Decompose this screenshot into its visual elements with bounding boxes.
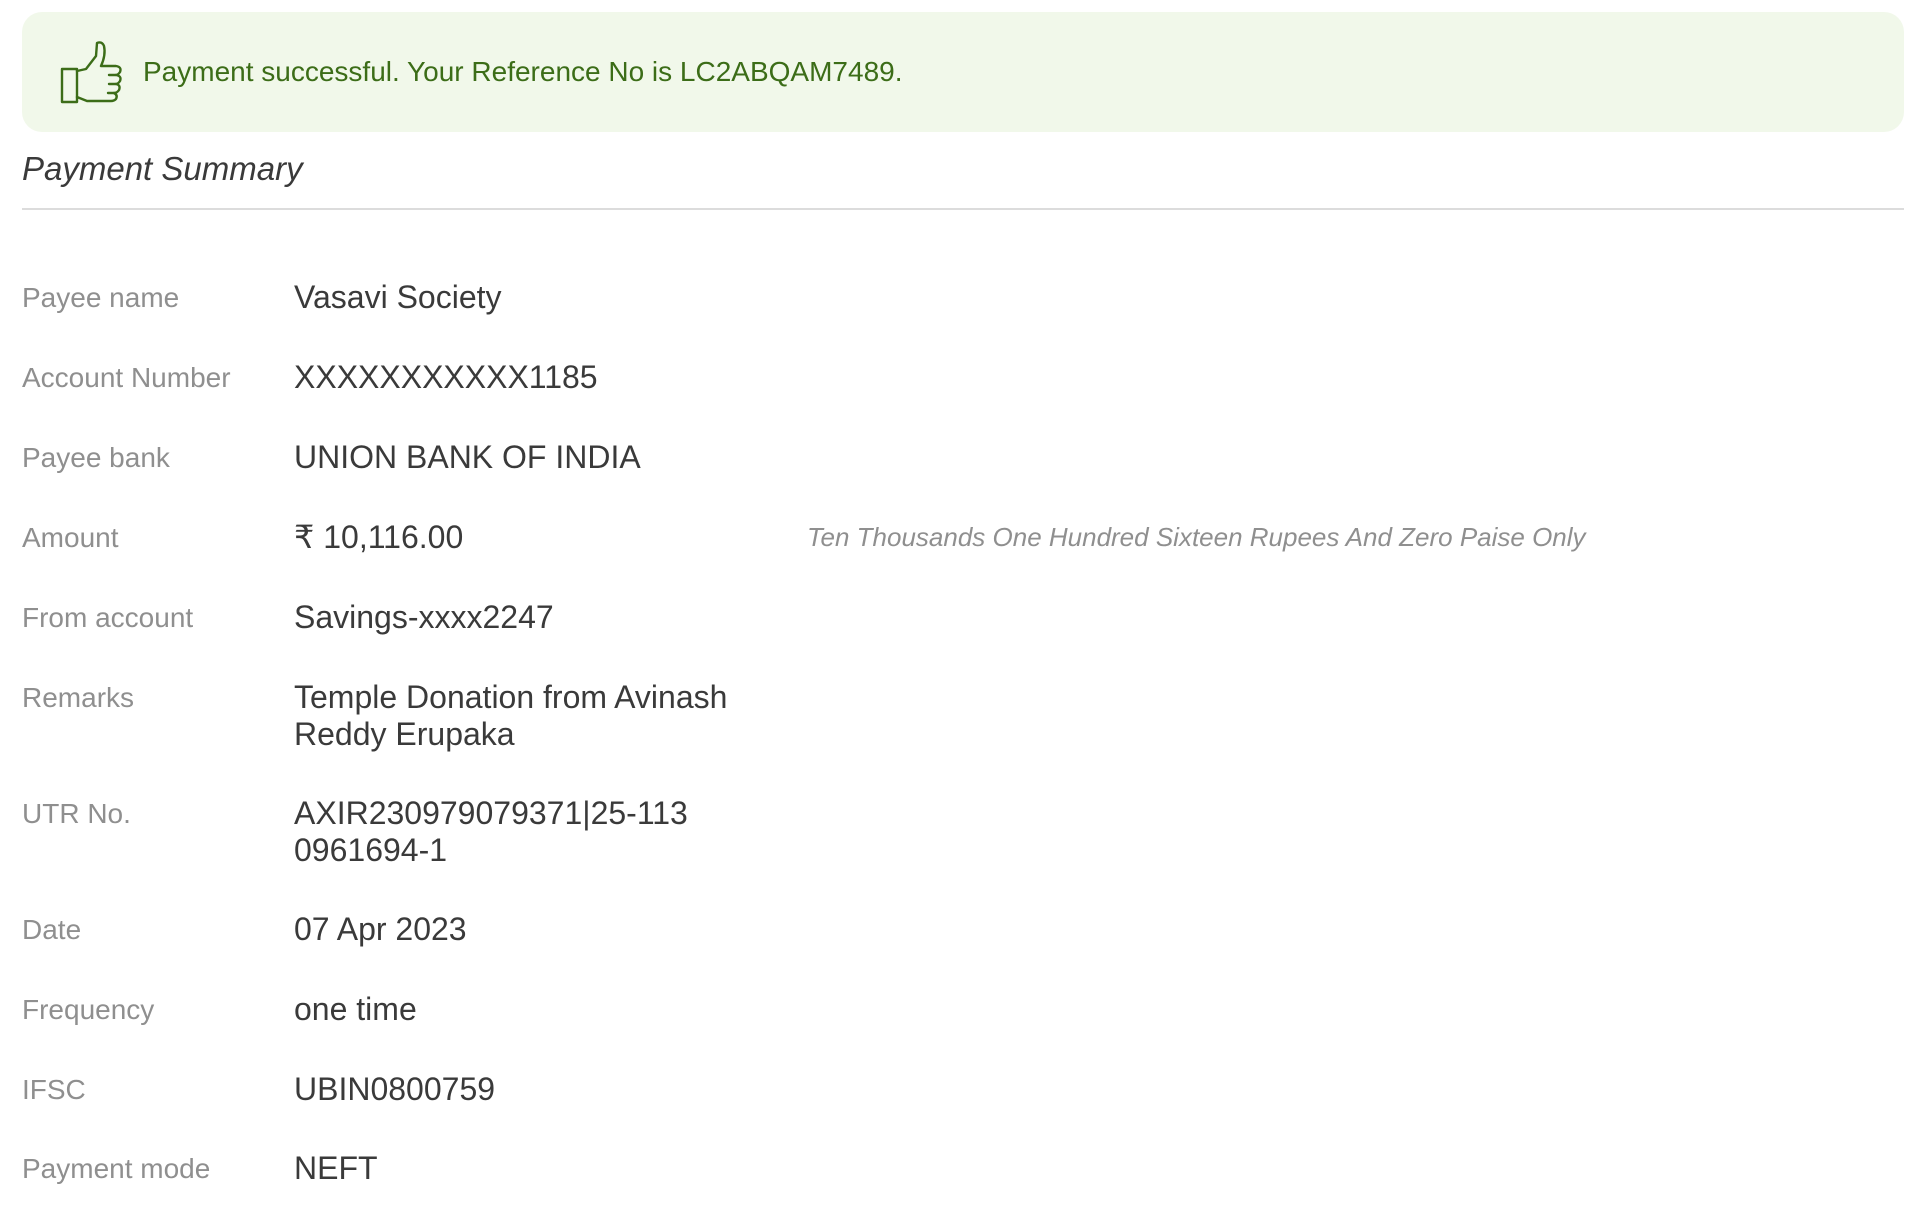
utr-no-value: AXIR230979079371|25-1130961694-1	[294, 795, 688, 868]
amount-value: ₹ 10,116.00	[294, 519, 464, 555]
summary-divider	[22, 208, 1904, 210]
frequency-value: one time	[294, 991, 417, 1027]
remarks-label: Remarks	[22, 682, 135, 713]
payment-mode-value: NEFT	[294, 1150, 378, 1186]
date-label: Date	[22, 914, 82, 945]
utr-no-label: UTR No.	[22, 798, 131, 829]
payee-bank-value: UNION BANK OF INDIA	[294, 439, 641, 475]
ifsc-label: IFSC	[22, 1074, 86, 1105]
payee-name-label: Payee name	[22, 282, 180, 313]
success-banner: Payment successful. Your Reference No is…	[22, 12, 1904, 132]
ifsc-value: UBIN0800759	[294, 1071, 496, 1107]
payment-summary-title: Payment Summary	[22, 150, 303, 187]
from-account-value: Savings-xxxx2247	[294, 599, 554, 635]
account-number-label: Account Number	[22, 362, 231, 393]
payee-bank-label: Payee bank	[22, 442, 170, 473]
from-account-label: From account	[22, 602, 194, 633]
thumbs-up-icon	[60, 40, 126, 106]
date-value: 07 Apr 2023	[294, 911, 467, 947]
frequency-label: Frequency	[22, 994, 155, 1025]
payment-mode-label: Payment mode	[22, 1153, 211, 1184]
success-message: Payment successful. Your Reference No is…	[143, 56, 903, 87]
amount-in-words: Ten Thousands One Hundred Sixteen Rupees…	[807, 522, 1586, 552]
amount-label: Amount	[22, 522, 119, 553]
remarks-value: Temple Donation from Avinash Reddy Erupa…	[294, 679, 728, 752]
account-number-value: XXXXXXXXXXX1185	[294, 359, 598, 395]
payee-name-value: Vasavi Society	[294, 279, 502, 315]
